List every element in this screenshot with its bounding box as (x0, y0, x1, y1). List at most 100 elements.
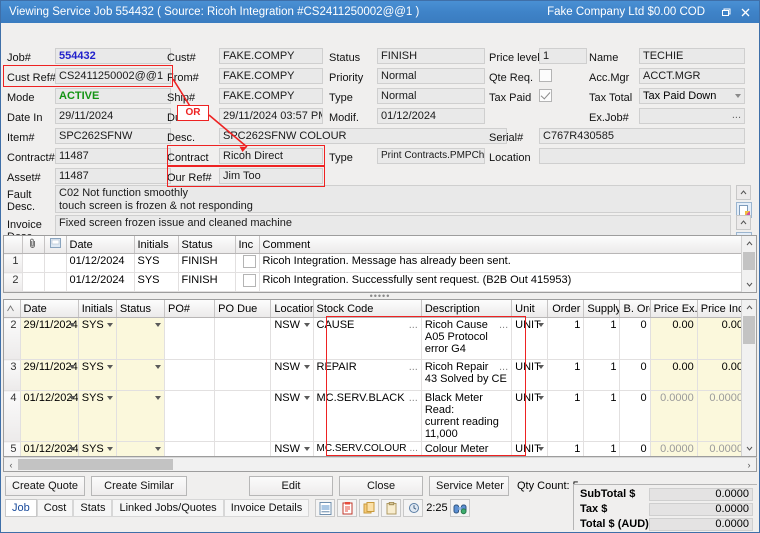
cell-priceex[interactable]: 0.0000 (650, 391, 697, 442)
items-col-priceex[interactable]: Price Ex. (650, 300, 697, 318)
field-asset-no[interactable]: 11487 (55, 168, 171, 184)
row-note-cell[interactable] (44, 254, 66, 273)
edit-button[interactable]: Edit (249, 476, 333, 496)
items-col-order[interactable]: Order (548, 300, 584, 318)
items-col-priceinc[interactable]: Price Inc. (697, 300, 746, 318)
comments-col-inc[interactable]: Inc (235, 236, 259, 254)
cell-supply[interactable]: 1 (584, 360, 620, 391)
cell-comment[interactable]: Ricoh Integration. Message has already b… (259, 254, 747, 273)
row-note-cell[interactable] (44, 273, 66, 292)
note-icon[interactable] (44, 236, 66, 254)
scroll-right-icon[interactable]: › (742, 460, 756, 470)
cell-initials[interactable]: SYS (134, 254, 178, 273)
comments-col-initials[interactable]: Initials (134, 236, 178, 254)
comments-scroll-thumb[interactable] (743, 252, 755, 270)
comments-col-status[interactable]: Status (178, 236, 235, 254)
clock-icon[interactable] (403, 499, 423, 517)
stockcode-lookup-icon[interactable]: ... (409, 319, 418, 331)
table-row[interactable]: 4 01/12/2024 SYS NSW MC.SERV.BLACK... Bl… (4, 391, 747, 442)
cell-priceinc[interactable]: 0.0000 (697, 391, 746, 442)
field-acc-mgr[interactable]: ACCT.MGR (639, 68, 745, 84)
hscroll-track[interactable] (18, 458, 742, 471)
cell-podue[interactable] (215, 391, 271, 442)
field-contract-type[interactable]: Print Contracts.PMPChild (377, 148, 485, 164)
cell-comment[interactable]: Ricoh Integration. Added request. (B2B O… (259, 292, 747, 294)
create-similar-button[interactable]: Create Similar (91, 476, 187, 496)
row-attachment-cell[interactable] (22, 292, 44, 294)
field-status[interactable]: FINISH (377, 48, 485, 64)
cell-description[interactable]: ...Ricoh Repair 43 Solved by CE (421, 360, 511, 391)
items-vertical-scrollbar[interactable] (741, 300, 756, 456)
scroll-up-icon[interactable] (742, 236, 756, 251)
scroll-down-icon[interactable] (742, 441, 756, 456)
cell-bord[interactable]: 0 (620, 391, 650, 442)
cell-location[interactable]: NSW (271, 318, 313, 360)
cell-bord[interactable]: 0 (620, 360, 650, 391)
cell-unit[interactable]: UNIT (512, 391, 548, 442)
field-fault-desc[interactable]: C02 Not function smoothly touch screen i… (55, 185, 731, 213)
cell-initials[interactable]: SYS (78, 442, 116, 458)
cell-inc[interactable] (235, 292, 259, 294)
field-ex-job[interactable]: ... (639, 108, 745, 124)
cell-stockcode[interactable]: MC.SERV.COLOUR... (313, 442, 421, 458)
items-col-location[interactable]: Location (271, 300, 313, 318)
items-scroll-thumb[interactable] (743, 316, 755, 344)
comments-col-date[interactable]: Date (66, 236, 134, 254)
cell-status[interactable] (116, 360, 164, 391)
close-icon[interactable] (735, 3, 755, 21)
field-ship-no[interactable]: FAKE.COMPY (219, 88, 323, 104)
tab-linked-jobs-quotes[interactable]: Linked Jobs/Quotes (112, 499, 223, 517)
field-price-level[interactable]: 1 (539, 48, 587, 64)
cell-priceex[interactable]: 0.0000 (650, 442, 697, 458)
cell-podue[interactable] (215, 442, 271, 458)
items-col-supply[interactable]: Supply (584, 300, 620, 318)
scroll-left-icon[interactable]: ‹ (4, 460, 18, 470)
cell-date[interactable]: 29/11/2024 (20, 318, 78, 360)
clipboard-icon[interactable] (381, 499, 401, 517)
cell-bord[interactable]: 0 (620, 442, 650, 458)
cell-po[interactable] (165, 318, 215, 360)
restore-icon[interactable] (715, 3, 735, 21)
field-serial[interactable]: C767R430585 (539, 128, 745, 144)
field-date-due[interactable]: 29/11/2024 03:57 PM (219, 108, 323, 124)
cell-po[interactable] (165, 391, 215, 442)
inc-checkbox[interactable] (243, 255, 256, 268)
cell-location[interactable]: NSW (271, 442, 313, 458)
cell-podue[interactable] (215, 360, 271, 391)
combo-tax-total[interactable]: Tax Paid Down (639, 88, 745, 104)
field-item-no[interactable]: SPC262SFNW (55, 128, 171, 144)
items-col-bord[interactable]: B. Ord (620, 300, 650, 318)
cell-bord[interactable]: 0 (620, 318, 650, 360)
cell-initials[interactable]: SYS (134, 292, 178, 294)
items-col-stockcode[interactable]: Stock Code (313, 300, 421, 318)
clipboard-red-icon[interactable] (337, 499, 357, 517)
row-attachment-cell[interactable] (22, 254, 44, 273)
cell-priceinc[interactable]: 0.00 (697, 318, 746, 360)
binoculars-icon[interactable] (450, 499, 470, 517)
cell-order[interactable]: 1 (548, 442, 584, 458)
cell-inc[interactable] (235, 254, 259, 273)
cell-po[interactable] (165, 360, 215, 391)
cell-initials[interactable]: SYS (78, 318, 116, 360)
scroll-up-icon[interactable] (742, 300, 756, 315)
cell-date[interactable]: 01/12/2024 (66, 254, 134, 273)
attachment-icon[interactable] (22, 236, 44, 254)
items-col-po[interactable]: PO# (165, 300, 215, 318)
cell-status[interactable] (116, 442, 164, 458)
items-col-unit[interactable]: Unit (512, 300, 548, 318)
row-note-cell[interactable] (44, 292, 66, 294)
cell-stockcode[interactable]: MC.SERV.BLACK... (313, 391, 421, 442)
fault-desc-spin-up[interactable] (736, 185, 751, 200)
cell-status[interactable] (116, 318, 164, 360)
items-col-podue[interactable]: PO Due (215, 300, 271, 318)
description-lookup-icon[interactable]: ... (499, 319, 508, 331)
cell-date[interactable]: 01/12/2024 (20, 391, 78, 442)
stockcode-lookup-icon[interactable]: ... (409, 392, 418, 404)
field-priority[interactable]: Normal (377, 68, 485, 84)
cell-description[interactable]: ...Ricoh Cause A05 Protocol error G4 (421, 318, 511, 360)
comments-vertical-scrollbar[interactable] (741, 236, 756, 292)
tab-stats[interactable]: Stats (73, 499, 112, 517)
cell-order[interactable]: 1 (548, 360, 584, 391)
stockcode-lookup-icon[interactable]: ... (410, 443, 418, 454)
cell-status[interactable]: FINISH (178, 273, 235, 292)
